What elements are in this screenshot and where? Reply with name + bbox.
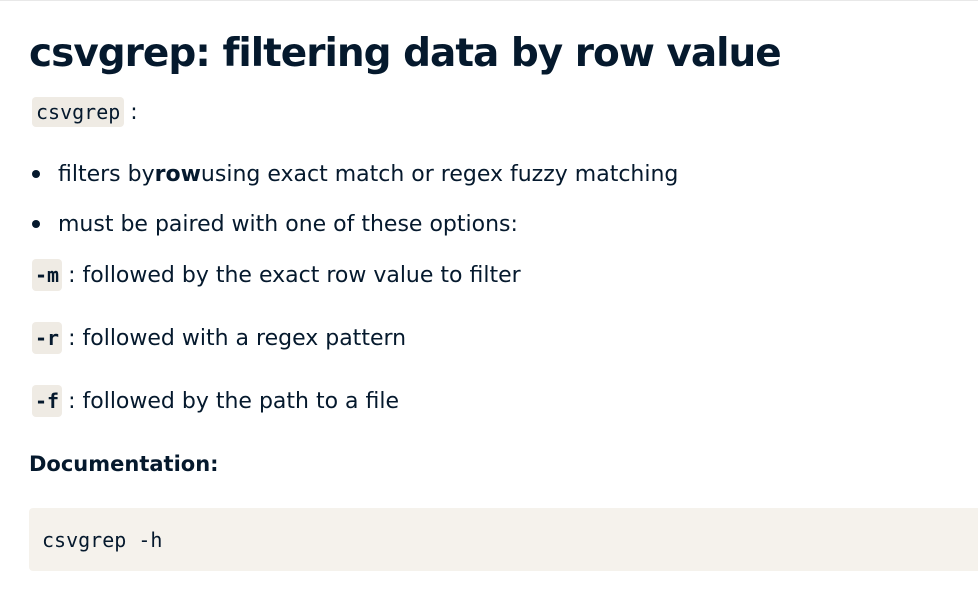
list-item: filters by row using exact match or rege… (32, 159, 678, 189)
top-divider (0, 0, 978, 1)
code-block: csvgrep -h (29, 508, 978, 571)
option-description: : followed with a regex pattern (68, 325, 407, 351)
bullet-text-after: using exact match or regex fuzzy matchin… (200, 161, 679, 187)
intro-line: csvgrep : (32, 96, 138, 128)
bullet-dot-icon (32, 170, 40, 178)
bullet-dot-icon (32, 220, 40, 228)
intro-command-code: csvgrep (32, 97, 125, 127)
option-row-m: -m : followed by the exact row value to … (32, 259, 521, 291)
page-title: csvgrep: filtering data by row value (29, 31, 782, 76)
option-description: : followed by the exact row value to fil… (68, 262, 521, 288)
bullet-text-before: filters by (58, 161, 155, 187)
option-description: : followed by the path to a file (68, 388, 400, 414)
option-row-f: -f : followed by the path to a file (32, 385, 399, 417)
option-row-r: -r : followed with a regex pattern (32, 322, 406, 354)
intro-colon: : (130, 99, 138, 125)
option-flag-code: -m (32, 259, 63, 291)
bullet-text: must be paired with one of these options… (58, 211, 518, 237)
code-block-text: csvgrep -h (42, 527, 163, 552)
bullet-bold-word: row (154, 161, 201, 187)
option-flag-code: -r (32, 322, 63, 354)
option-flag-code: -f (32, 385, 63, 417)
list-item: must be paired with one of these options… (32, 209, 518, 239)
documentation-heading: Documentation: (29, 452, 219, 476)
